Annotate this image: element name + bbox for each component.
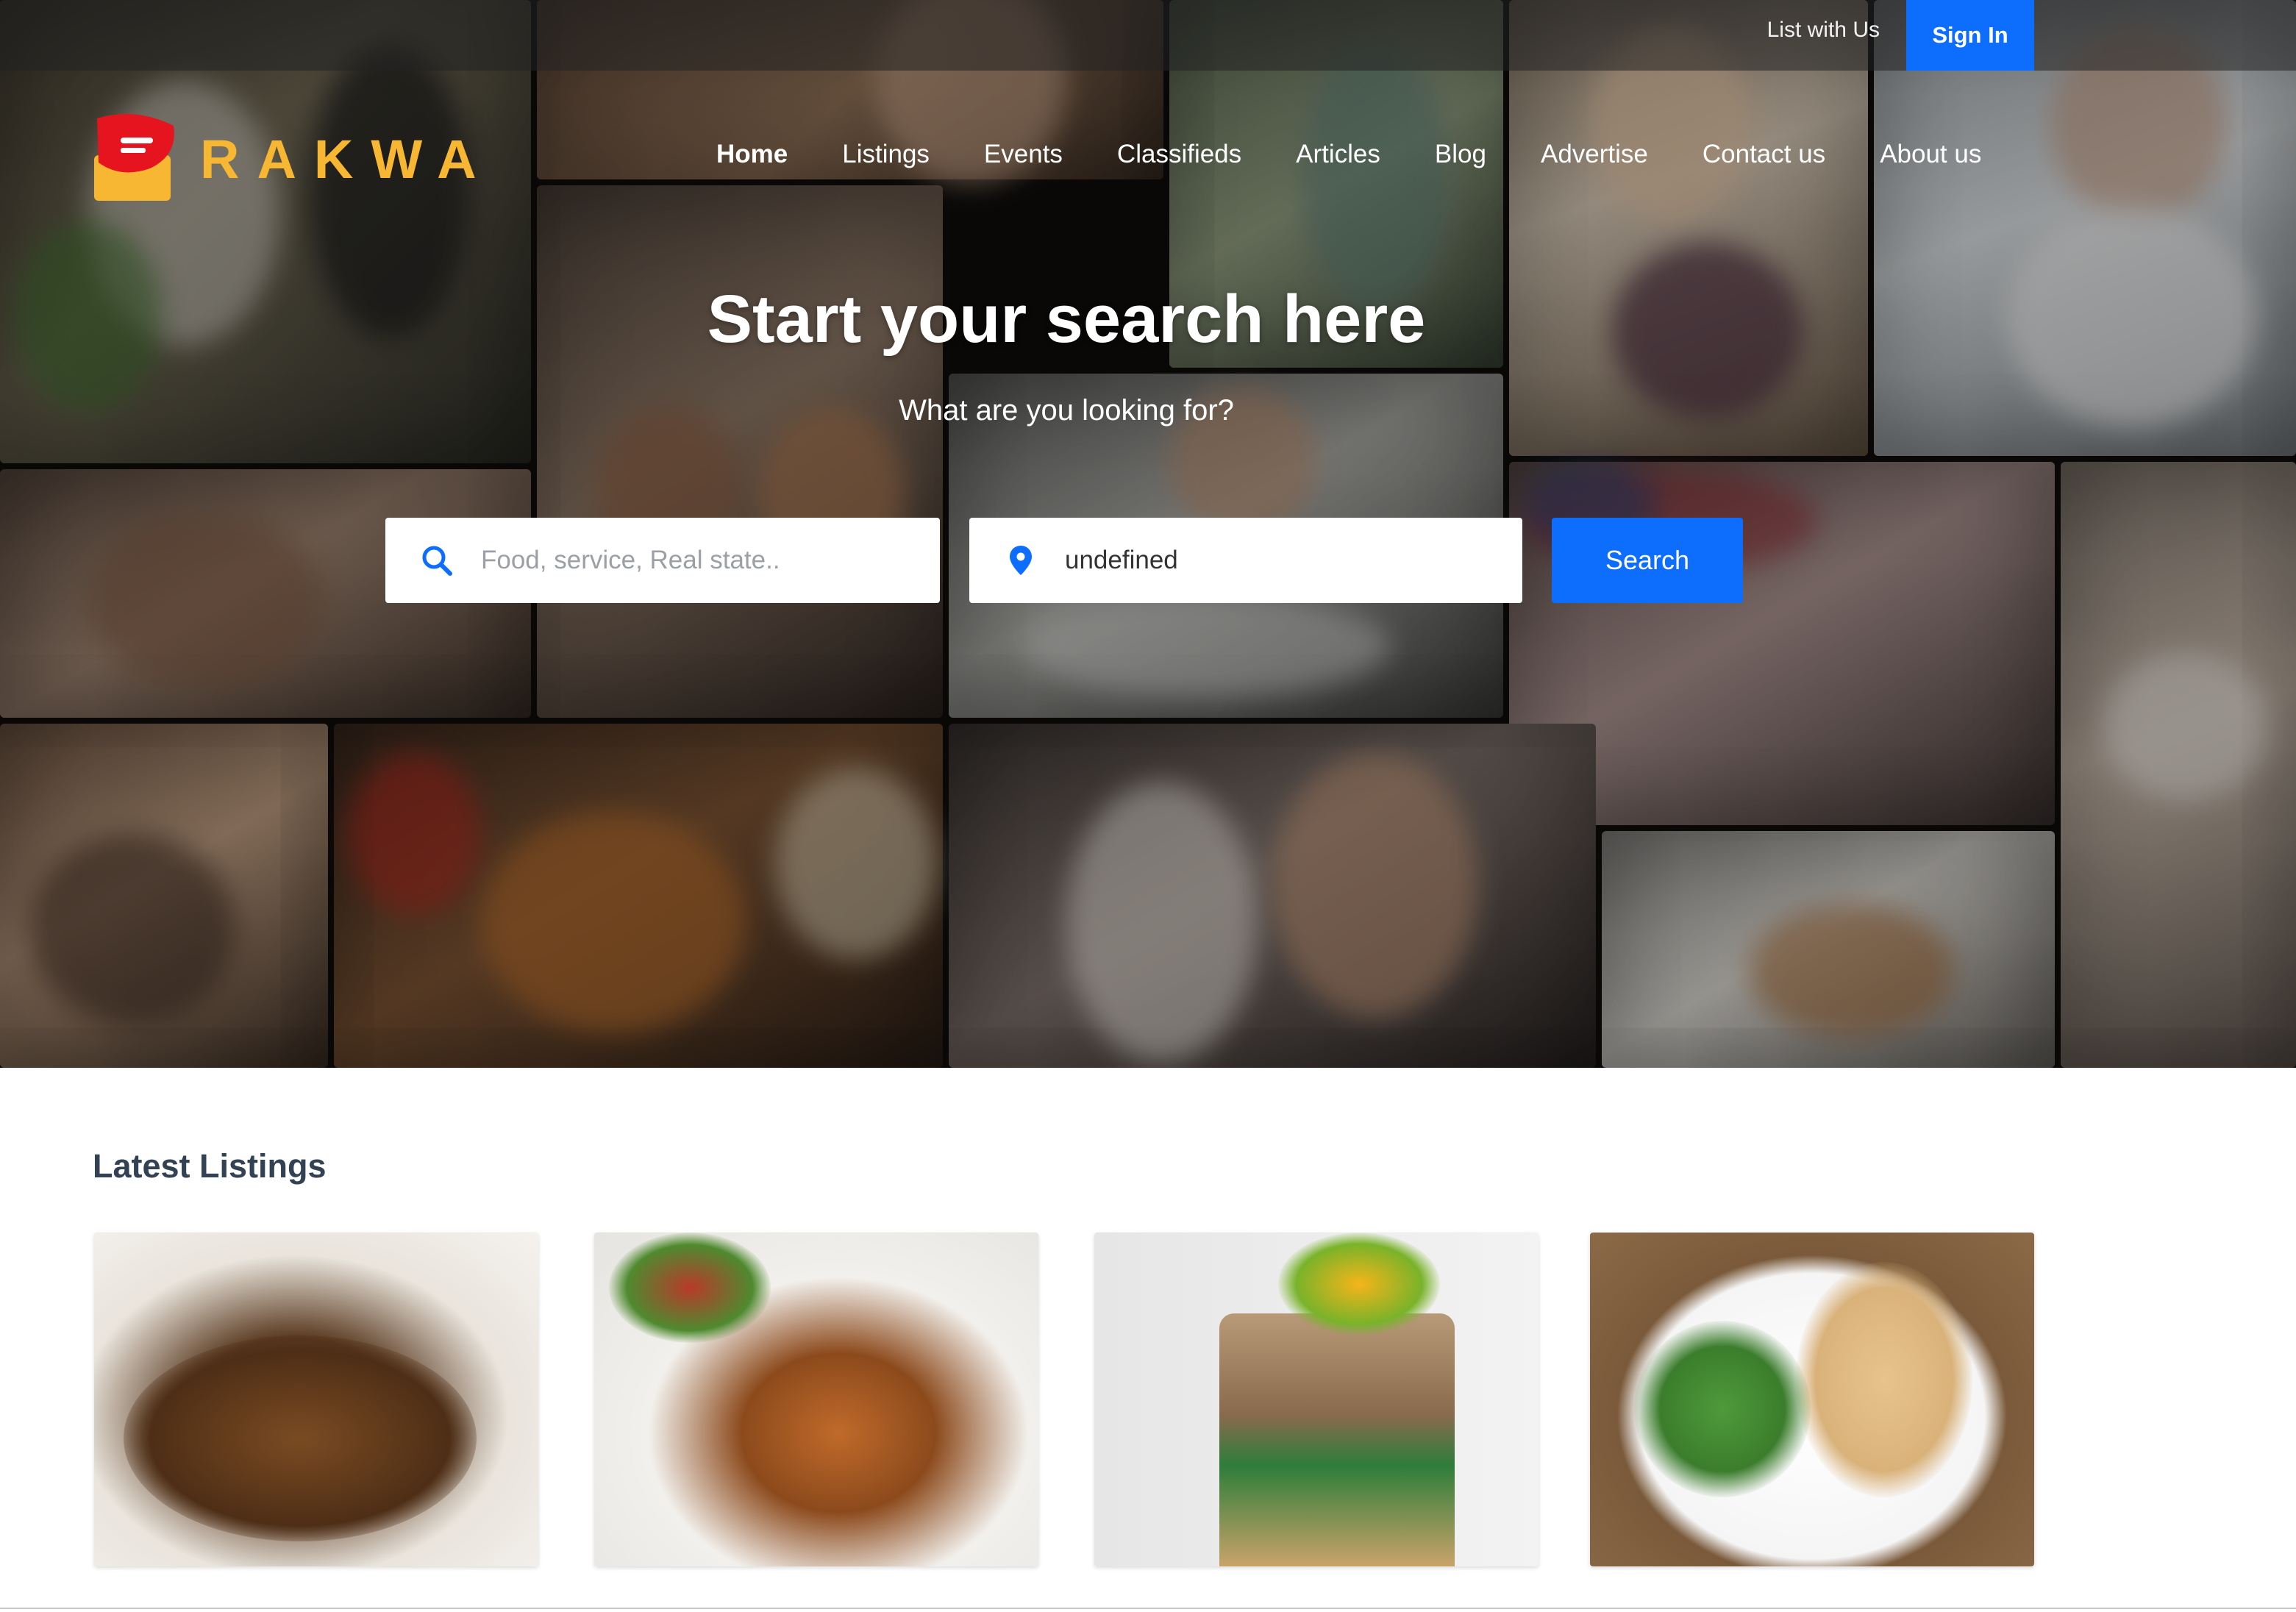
search-button[interactable]: Search xyxy=(1552,518,1743,603)
main-nav: Home Listings Events Classifieds Article… xyxy=(716,140,2036,169)
search-input[interactable] xyxy=(479,545,924,576)
listing-card-image xyxy=(1796,1262,1972,1497)
nav-blog[interactable]: Blog xyxy=(1435,140,1486,169)
logo[interactable]: RAKWA xyxy=(91,107,494,210)
search-icon xyxy=(422,546,452,576)
hero-subtitle: What are you looking for? xyxy=(899,394,1234,427)
nav-about-us[interactable]: About us xyxy=(1880,140,1981,169)
latest-listings-title: Latest Listings xyxy=(93,1147,327,1185)
listing-card-image xyxy=(609,1233,771,1343)
listing-card[interactable] xyxy=(1590,1233,2034,1566)
nav-classifieds[interactable]: Classifieds xyxy=(1117,140,1241,169)
logo-mark-icon xyxy=(91,111,179,207)
listing-card[interactable] xyxy=(1094,1233,1539,1566)
search-location-field[interactable] xyxy=(969,518,1522,603)
listing-card-image xyxy=(124,1335,477,1541)
search-what-field[interactable] xyxy=(385,518,940,603)
nav-advertise[interactable]: Advertise xyxy=(1541,140,1648,169)
location-input[interactable] xyxy=(1063,545,1508,576)
sign-in-button[interactable]: Sign In xyxy=(1906,0,2034,71)
list-with-us-link[interactable]: List with Us xyxy=(1767,16,1880,44)
listing-card-image xyxy=(1278,1233,1440,1335)
top-bar: List with Us Sign In xyxy=(0,0,2296,71)
logo-text: RAKWA xyxy=(200,128,494,190)
location-pin-icon xyxy=(1010,546,1032,575)
nav-articles[interactable]: Articles xyxy=(1296,140,1380,169)
divider xyxy=(0,1608,2296,1609)
nav-listings[interactable]: Listings xyxy=(842,140,930,169)
listing-card-image xyxy=(1219,1313,1455,1566)
hero-title: Start your search here xyxy=(707,282,1426,357)
nav-home[interactable]: Home xyxy=(716,140,788,169)
listing-card-image xyxy=(1634,1321,1811,1497)
listing-card[interactable] xyxy=(94,1233,538,1566)
nav-contact-us[interactable]: Contact us xyxy=(1703,140,1825,169)
listing-card[interactable] xyxy=(594,1233,1038,1566)
nav-events[interactable]: Events xyxy=(984,140,1063,169)
